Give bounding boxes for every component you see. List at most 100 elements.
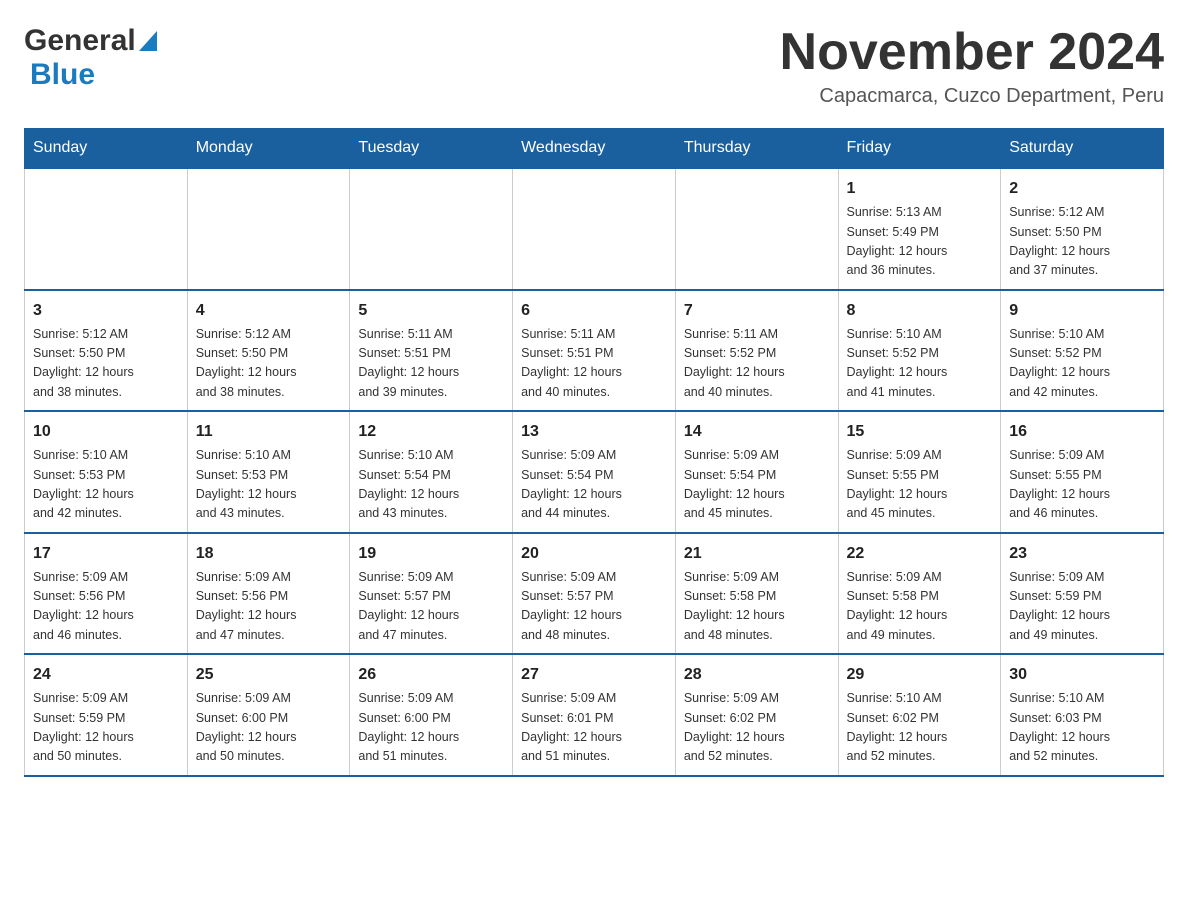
day-info: Sunrise: 5:12 AMSunset: 5:50 PMDaylight:… bbox=[1009, 203, 1155, 281]
calendar-cell: 12Sunrise: 5:10 AMSunset: 5:54 PMDayligh… bbox=[350, 411, 513, 533]
day-info: Sunrise: 5:10 AMSunset: 5:53 PMDaylight:… bbox=[196, 446, 342, 524]
calendar-cell: 21Sunrise: 5:09 AMSunset: 5:58 PMDayligh… bbox=[675, 533, 838, 655]
day-info: Sunrise: 5:10 AMSunset: 5:54 PMDaylight:… bbox=[358, 446, 504, 524]
calendar-cell: 19Sunrise: 5:09 AMSunset: 5:57 PMDayligh… bbox=[350, 533, 513, 655]
day-number: 27 bbox=[521, 663, 667, 687]
day-number: 24 bbox=[33, 663, 179, 687]
calendar-cell: 22Sunrise: 5:09 AMSunset: 5:58 PMDayligh… bbox=[838, 533, 1001, 655]
day-info: Sunrise: 5:09 AMSunset: 5:57 PMDaylight:… bbox=[521, 568, 667, 646]
calendar-cell: 18Sunrise: 5:09 AMSunset: 5:56 PMDayligh… bbox=[187, 533, 350, 655]
day-number: 28 bbox=[684, 663, 830, 687]
logo-triangle-icon bbox=[139, 31, 157, 56]
day-info: Sunrise: 5:09 AMSunset: 5:58 PMDaylight:… bbox=[684, 568, 830, 646]
calendar-cell: 29Sunrise: 5:10 AMSunset: 6:02 PMDayligh… bbox=[838, 654, 1001, 776]
day-number: 2 bbox=[1009, 177, 1155, 201]
day-info: Sunrise: 5:10 AMSunset: 5:53 PMDaylight:… bbox=[33, 446, 179, 524]
main-title: November 2024 bbox=[780, 24, 1164, 81]
day-number: 17 bbox=[33, 542, 179, 566]
day-info: Sunrise: 5:09 AMSunset: 5:59 PMDaylight:… bbox=[33, 689, 179, 767]
day-info: Sunrise: 5:09 AMSunset: 6:02 PMDaylight:… bbox=[684, 689, 830, 767]
day-header-wednesday: Wednesday bbox=[513, 129, 676, 169]
day-number: 4 bbox=[196, 299, 342, 323]
calendar-table: SundayMondayTuesdayWednesdayThursdayFrid… bbox=[24, 128, 1164, 777]
day-number: 16 bbox=[1009, 420, 1155, 444]
day-info: Sunrise: 5:09 AMSunset: 5:57 PMDaylight:… bbox=[358, 568, 504, 646]
title-block: November 2024 Capacmarca, Cuzco Departme… bbox=[780, 24, 1164, 108]
day-number: 19 bbox=[358, 542, 504, 566]
day-info: Sunrise: 5:12 AMSunset: 5:50 PMDaylight:… bbox=[33, 325, 179, 403]
day-info: Sunrise: 5:09 AMSunset: 5:54 PMDaylight:… bbox=[521, 446, 667, 524]
day-info: Sunrise: 5:10 AMSunset: 6:03 PMDaylight:… bbox=[1009, 689, 1155, 767]
calendar-week-row: 10Sunrise: 5:10 AMSunset: 5:53 PMDayligh… bbox=[25, 411, 1164, 533]
day-number: 26 bbox=[358, 663, 504, 687]
calendar-header-row: SundayMondayTuesdayWednesdayThursdayFrid… bbox=[25, 129, 1164, 169]
day-header-saturday: Saturday bbox=[1001, 129, 1164, 169]
day-number: 20 bbox=[521, 542, 667, 566]
calendar-cell: 16Sunrise: 5:09 AMSunset: 5:55 PMDayligh… bbox=[1001, 411, 1164, 533]
day-info: Sunrise: 5:09 AMSunset: 6:00 PMDaylight:… bbox=[358, 689, 504, 767]
day-header-thursday: Thursday bbox=[675, 129, 838, 169]
day-info: Sunrise: 5:11 AMSunset: 5:51 PMDaylight:… bbox=[358, 325, 504, 403]
day-number: 21 bbox=[684, 542, 830, 566]
logo-general-text: General bbox=[24, 24, 136, 58]
calendar-cell bbox=[350, 168, 513, 290]
day-number: 22 bbox=[847, 542, 993, 566]
day-info: Sunrise: 5:09 AMSunset: 5:58 PMDaylight:… bbox=[847, 568, 993, 646]
calendar-cell bbox=[25, 168, 188, 290]
calendar-cell: 27Sunrise: 5:09 AMSunset: 6:01 PMDayligh… bbox=[513, 654, 676, 776]
day-number: 3 bbox=[33, 299, 179, 323]
calendar-cell: 11Sunrise: 5:10 AMSunset: 5:53 PMDayligh… bbox=[187, 411, 350, 533]
day-number: 5 bbox=[358, 299, 504, 323]
day-number: 7 bbox=[684, 299, 830, 323]
calendar-cell: 6Sunrise: 5:11 AMSunset: 5:51 PMDaylight… bbox=[513, 290, 676, 412]
calendar-cell: 10Sunrise: 5:10 AMSunset: 5:53 PMDayligh… bbox=[25, 411, 188, 533]
day-header-tuesday: Tuesday bbox=[350, 129, 513, 169]
day-number: 25 bbox=[196, 663, 342, 687]
calendar-cell: 17Sunrise: 5:09 AMSunset: 5:56 PMDayligh… bbox=[25, 533, 188, 655]
calendar-cell: 14Sunrise: 5:09 AMSunset: 5:54 PMDayligh… bbox=[675, 411, 838, 533]
day-info: Sunrise: 5:11 AMSunset: 5:51 PMDaylight:… bbox=[521, 325, 667, 403]
day-info: Sunrise: 5:09 AMSunset: 5:55 PMDaylight:… bbox=[847, 446, 993, 524]
day-info: Sunrise: 5:10 AMSunset: 5:52 PMDaylight:… bbox=[1009, 325, 1155, 403]
day-number: 13 bbox=[521, 420, 667, 444]
calendar-cell: 13Sunrise: 5:09 AMSunset: 5:54 PMDayligh… bbox=[513, 411, 676, 533]
calendar-week-row: 3Sunrise: 5:12 AMSunset: 5:50 PMDaylight… bbox=[25, 290, 1164, 412]
calendar-cell: 28Sunrise: 5:09 AMSunset: 6:02 PMDayligh… bbox=[675, 654, 838, 776]
calendar-cell bbox=[513, 168, 676, 290]
logo-blue-text: Blue bbox=[30, 58, 95, 91]
calendar-cell: 5Sunrise: 5:11 AMSunset: 5:51 PMDaylight… bbox=[350, 290, 513, 412]
logo: General Blue bbox=[24, 24, 157, 92]
day-info: Sunrise: 5:09 AMSunset: 5:56 PMDaylight:… bbox=[196, 568, 342, 646]
day-number: 10 bbox=[33, 420, 179, 444]
calendar-week-row: 1Sunrise: 5:13 AMSunset: 5:49 PMDaylight… bbox=[25, 168, 1164, 290]
day-number: 23 bbox=[1009, 542, 1155, 566]
calendar-cell: 26Sunrise: 5:09 AMSunset: 6:00 PMDayligh… bbox=[350, 654, 513, 776]
day-info: Sunrise: 5:10 AMSunset: 6:02 PMDaylight:… bbox=[847, 689, 993, 767]
calendar-cell: 1Sunrise: 5:13 AMSunset: 5:49 PMDaylight… bbox=[838, 168, 1001, 290]
calendar-cell: 2Sunrise: 5:12 AMSunset: 5:50 PMDaylight… bbox=[1001, 168, 1164, 290]
calendar-cell: 20Sunrise: 5:09 AMSunset: 5:57 PMDayligh… bbox=[513, 533, 676, 655]
day-info: Sunrise: 5:09 AMSunset: 5:56 PMDaylight:… bbox=[33, 568, 179, 646]
calendar-cell: 9Sunrise: 5:10 AMSunset: 5:52 PMDaylight… bbox=[1001, 290, 1164, 412]
calendar-cell: 4Sunrise: 5:12 AMSunset: 5:50 PMDaylight… bbox=[187, 290, 350, 412]
calendar-cell: 7Sunrise: 5:11 AMSunset: 5:52 PMDaylight… bbox=[675, 290, 838, 412]
calendar-cell: 15Sunrise: 5:09 AMSunset: 5:55 PMDayligh… bbox=[838, 411, 1001, 533]
calendar-cell bbox=[675, 168, 838, 290]
day-number: 6 bbox=[521, 299, 667, 323]
page-header: General Blue November 2024 Capacmarca, C… bbox=[24, 24, 1164, 108]
day-info: Sunrise: 5:09 AMSunset: 5:59 PMDaylight:… bbox=[1009, 568, 1155, 646]
calendar-week-row: 24Sunrise: 5:09 AMSunset: 5:59 PMDayligh… bbox=[25, 654, 1164, 776]
calendar-cell: 23Sunrise: 5:09 AMSunset: 5:59 PMDayligh… bbox=[1001, 533, 1164, 655]
calendar-cell bbox=[187, 168, 350, 290]
day-info: Sunrise: 5:09 AMSunset: 6:00 PMDaylight:… bbox=[196, 689, 342, 767]
day-info: Sunrise: 5:09 AMSunset: 5:54 PMDaylight:… bbox=[684, 446, 830, 524]
day-info: Sunrise: 5:09 AMSunset: 6:01 PMDaylight:… bbox=[521, 689, 667, 767]
day-number: 18 bbox=[196, 542, 342, 566]
day-info: Sunrise: 5:09 AMSunset: 5:55 PMDaylight:… bbox=[1009, 446, 1155, 524]
day-number: 9 bbox=[1009, 299, 1155, 323]
calendar-cell: 8Sunrise: 5:10 AMSunset: 5:52 PMDaylight… bbox=[838, 290, 1001, 412]
day-header-monday: Monday bbox=[187, 129, 350, 169]
calendar-cell: 3Sunrise: 5:12 AMSunset: 5:50 PMDaylight… bbox=[25, 290, 188, 412]
day-info: Sunrise: 5:12 AMSunset: 5:50 PMDaylight:… bbox=[196, 325, 342, 403]
calendar-cell: 30Sunrise: 5:10 AMSunset: 6:03 PMDayligh… bbox=[1001, 654, 1164, 776]
